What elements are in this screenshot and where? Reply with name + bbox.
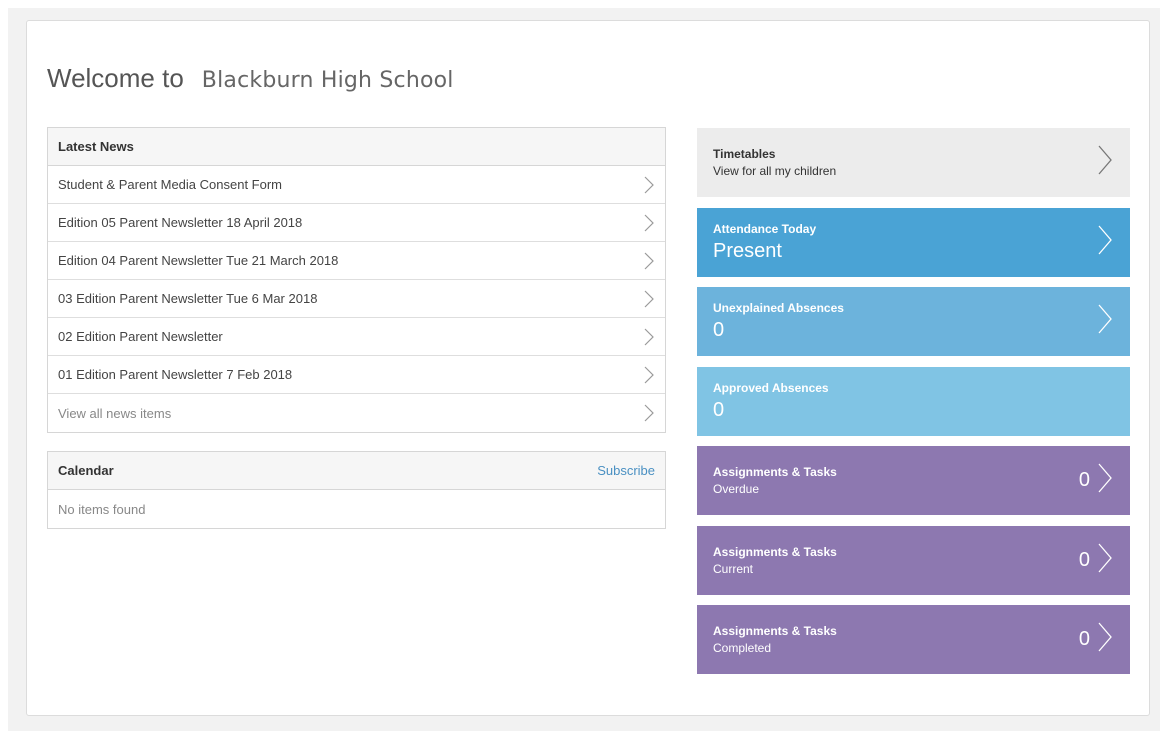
timetables-subtitle: View for all my children (713, 164, 837, 178)
view-all-news-link[interactable]: View all news items (48, 394, 665, 432)
news-item[interactable]: 02 Edition Parent Newsletter (48, 318, 665, 356)
view-all-news-label: View all news items (58, 405, 172, 421)
calendar-header: Calendar Subscribe (48, 452, 665, 490)
chevron-right-icon (643, 175, 655, 195)
tasks-completed-tile[interactable]: Assignments & Tasks Completed 0 (697, 605, 1130, 674)
chevron-right-icon (643, 251, 655, 271)
approved-absences-tile: Approved Absences 0 (697, 367, 1130, 436)
timetables-title: Timetables (713, 147, 776, 161)
page-title: Welcome to Blackburn High School (47, 63, 454, 94)
tasks-overdue-count: 0 (1078, 469, 1090, 491)
attendance-title: Attendance Today (713, 222, 817, 236)
news-item-label: 02 Edition Parent Newsletter (58, 329, 223, 344)
tasks-completed-count: 0 (1078, 628, 1090, 650)
tasks-current-tile[interactable]: Assignments & Tasks Current 0 (697, 526, 1130, 595)
school-name: Blackburn High School (201, 68, 454, 93)
top-strip (0, 0, 1160, 8)
latest-news-panel: Latest News Student & Parent Media Conse… (47, 127, 666, 433)
news-item-label: Student & Parent Media Consent Form (58, 177, 283, 192)
chevron-right-icon (643, 365, 655, 385)
chevron-right-icon (1096, 620, 1114, 659)
calendar-empty-message: No items found (48, 490, 665, 528)
latest-news-title: Latest News (58, 139, 134, 154)
tasks-overdue-title: Assignments & Tasks (713, 465, 837, 479)
tasks-completed-title: Assignments & Tasks (713, 624, 837, 638)
calendar-panel: Calendar Subscribe No items found (47, 451, 666, 529)
chevron-right-icon (1096, 302, 1114, 341)
timetables-tile[interactable]: Timetables View for all my children (697, 128, 1130, 197)
calendar-title: Calendar (58, 463, 114, 478)
left-strip (0, 8, 8, 731)
chevron-right-icon (643, 289, 655, 309)
tasks-completed-subtitle: Completed (713, 641, 772, 655)
news-item-label: 03 Edition Parent Newsletter Tue 6 Mar 2… (58, 291, 318, 306)
news-item-label: Edition 05 Parent Newsletter 18 April 20… (58, 215, 303, 230)
chevron-right-icon (643, 327, 655, 347)
unexplained-absences-tile[interactable]: Unexplained Absences 0 (697, 287, 1130, 356)
chevron-right-icon (1096, 223, 1114, 262)
news-item[interactable]: Edition 05 Parent Newsletter 18 April 20… (48, 204, 665, 242)
attendance-value: Present (713, 240, 782, 262)
tasks-current-title: Assignments & Tasks (713, 545, 837, 559)
tasks-current-count: 0 (1078, 549, 1090, 571)
tasks-overdue-subtitle: Overdue (713, 482, 760, 496)
news-item[interactable]: Edition 04 Parent Newsletter Tue 21 Marc… (48, 242, 665, 280)
unexplained-title: Unexplained Absences (713, 301, 844, 315)
chevron-right-icon (643, 403, 655, 423)
approved-title: Approved Absences (713, 381, 829, 395)
chevron-right-icon (1096, 541, 1114, 580)
news-item-label: 01 Edition Parent Newsletter 7 Feb 2018 (58, 367, 293, 382)
tasks-overdue-tile[interactable]: Assignments & Tasks Overdue 0 (697, 446, 1130, 515)
chevron-right-icon (1096, 143, 1114, 182)
unexplained-value: 0 (713, 319, 725, 341)
news-item[interactable]: 03 Edition Parent Newsletter Tue 6 Mar 2… (48, 280, 665, 318)
news-item-label: Edition 04 Parent Newsletter Tue 21 Marc… (58, 253, 339, 268)
dashboard-card: Welcome to Blackburn High School Latest N… (26, 20, 1150, 716)
welcome-prefix: Welcome to (47, 63, 184, 93)
subscribe-link[interactable]: Subscribe (597, 463, 655, 478)
chevron-right-icon (643, 213, 655, 233)
news-item[interactable]: Student & Parent Media Consent Form (48, 166, 665, 204)
tasks-current-subtitle: Current (713, 562, 754, 576)
calendar-empty-label: No items found (58, 501, 146, 517)
latest-news-header: Latest News (48, 128, 665, 166)
attendance-today-tile[interactable]: Attendance Today Present (697, 208, 1130, 277)
news-item[interactable]: 01 Edition Parent Newsletter 7 Feb 2018 (48, 356, 665, 394)
approved-value: 0 (713, 399, 725, 421)
chevron-right-icon (1096, 461, 1114, 500)
